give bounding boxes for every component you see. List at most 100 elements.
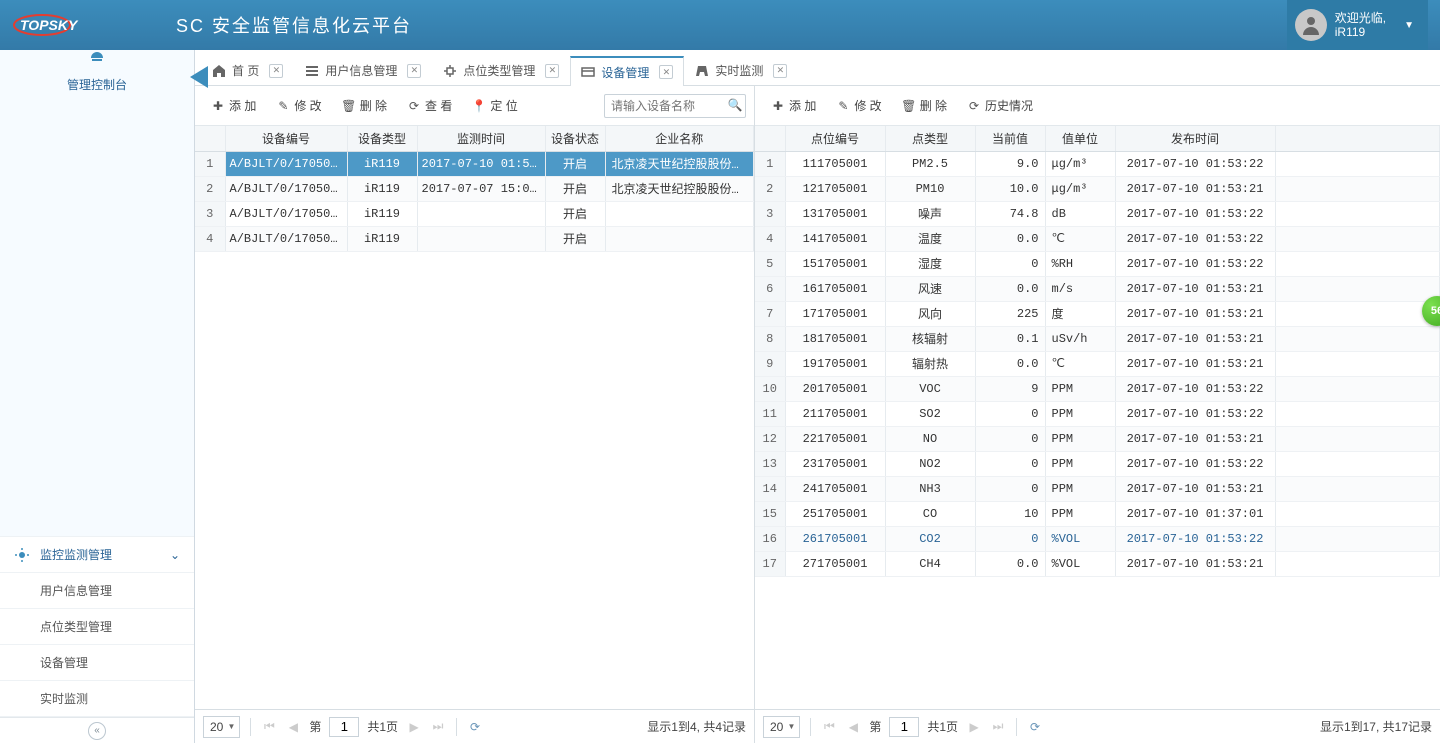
device-grid: 设备编号设备类型监测时间设备状态企业名称 1A/BJLT/0/1705001iR… <box>195 126 754 709</box>
table-row[interactable]: 16261705001CO20%VOL2017-07-10 01:53:22 <box>755 526 1440 551</box>
last-page-button[interactable]: ⏭ <box>430 719 446 735</box>
locate-button[interactable]: 📍定 位 <box>464 93 525 118</box>
refresh-button[interactable]: ⟳ <box>1027 719 1043 735</box>
pencil-icon: ✎ <box>276 99 290 113</box>
sidebar-item-2[interactable]: 设备管理 <box>0 645 194 681</box>
page-prefix: 第 <box>869 718 881 735</box>
add-button[interactable]: ✚添 加 <box>203 93 264 118</box>
home-icon <box>212 64 226 78</box>
close-icon[interactable]: ✕ <box>545 64 559 78</box>
table-row[interactable]: 1111705001PM2.59.0μg/m³2017-07-10 01:53:… <box>755 151 1440 176</box>
page-input[interactable] <box>329 717 359 737</box>
search-icon[interactable]: 🔍 <box>728 98 742 112</box>
pencil-icon: ✎ <box>836 99 850 113</box>
page-size-select[interactable]: 20 <box>203 716 240 738</box>
avatar-icon <box>1295 9 1327 41</box>
sidebar-console[interactable]: 管理控制台 <box>0 50 194 537</box>
user-menu[interactable]: 欢迎光临, iR119 ▼ <box>1287 0 1428 50</box>
page-input[interactable] <box>889 717 919 737</box>
table-row[interactable]: 12221705001NO0PPM2017-07-10 01:53:21 <box>755 426 1440 451</box>
point-panel: ✚添 加 ✎修 改 🗑删 除 ⟳历史情况 点位编号点类型当前值值单位发布时间 1… <box>755 86 1440 743</box>
prev-page-button[interactable]: ◀ <box>285 719 301 735</box>
table-row[interactable]: 11211705001SO20PPM2017-07-10 01:53:22 <box>755 401 1440 426</box>
table-row[interactable]: 2121705001PM1010.0μg/m³2017-07-10 01:53:… <box>755 176 1440 201</box>
page-total: 共1页 <box>927 718 958 735</box>
prev-page-button[interactable]: ◀ <box>845 719 861 735</box>
sidebar-monitor-label: 监控监测管理 <box>40 546 112 563</box>
sidebar-item-0[interactable]: 用户信息管理 <box>0 573 194 609</box>
table-row[interactable]: 3131705001噪声74.8dB2017-07-10 01:53:22 <box>755 201 1440 226</box>
table-row[interactable]: 17271705001CH40.0%VOL2017-07-10 01:53:21 <box>755 551 1440 576</box>
tab-4[interactable]: 实时监测✕ <box>684 55 798 85</box>
search-box: 🔍 <box>604 94 746 118</box>
chevron-down-icon: ▼ <box>1404 20 1414 31</box>
delete-button[interactable]: 🗑删 除 <box>334 93 395 118</box>
page-size-select[interactable]: 20 <box>763 716 800 738</box>
close-icon[interactable]: ✕ <box>269 64 283 78</box>
close-icon[interactable]: ✕ <box>407 64 421 78</box>
sidebar: 管理控制台 监控监测管理 ⌄ 用户信息管理点位类型管理设备管理实时监测 « <box>0 50 195 743</box>
view-button[interactable]: ⟳查 看 <box>399 93 460 118</box>
table-row[interactable]: 2A/BJLT/0/1705002iR1192017-07-07 15:03:0… <box>195 176 754 201</box>
table-row[interactable]: 1A/BJLT/0/1705001iR1192017-07-10 01:53:2… <box>195 151 754 176</box>
table-row[interactable]: 4141705001温度0.0℃2017-07-10 01:53:22 <box>755 226 1440 251</box>
sidebar-item-1[interactable]: 点位类型管理 <box>0 609 194 645</box>
edit-button[interactable]: ✎修 改 <box>268 93 329 118</box>
header: TOPSKY SC 安全监管信息化云平台 欢迎光临, iR119 ▼ <box>0 0 1440 50</box>
table-row[interactable]: 8181705001核辐射0.1uSv/h2017-07-10 01:53:21 <box>755 326 1440 351</box>
dashboard-icon <box>89 50 105 66</box>
trash-icon: 🗑 <box>902 99 916 113</box>
pager-info: 显示1到17, 共17记录 <box>1320 718 1432 735</box>
sidebar-toggle[interactable]: « <box>88 722 106 740</box>
sidebar-item-3[interactable]: 实时监测 <box>0 681 194 717</box>
edit-button[interactable]: ✎修 改 <box>828 93 889 118</box>
table-row[interactable]: 14241705001NH30PPM2017-07-10 01:53:21 <box>755 476 1440 501</box>
logo: TOPSKY <box>12 11 162 39</box>
close-icon[interactable]: ✕ <box>773 64 787 78</box>
point-grid: 点位编号点类型当前值值单位发布时间 1111705001PM2.59.0μg/m… <box>755 126 1440 709</box>
refresh-button[interactable]: ⟳ <box>467 719 483 735</box>
last-page-button[interactable]: ⏭ <box>990 719 1006 735</box>
device-pager: 20 ⏮ ◀ 第 共1页 ▶ ⏭ ⟳ 显示1到4, <box>195 709 754 743</box>
next-page-button[interactable]: ▶ <box>406 719 422 735</box>
trash-icon: 🗑 <box>342 99 356 113</box>
svg-text:TOPSKY: TOPSKY <box>20 17 79 33</box>
sidebar-collapse-handle[interactable] <box>190 66 208 88</box>
user-label: 欢迎光临, iR119 <box>1335 11 1386 40</box>
table-row[interactable]: 5151705001湿度0%RH2017-07-10 01:53:22 <box>755 251 1440 276</box>
point-pager: 20 ⏮ ◀ 第 共1页 ▶ ⏭ ⟳ 显示1到17 <box>755 709 1440 743</box>
table-row[interactable]: 10201705001VOC9PPM2017-07-10 01:53:22 <box>755 376 1440 401</box>
delete-button[interactable]: 🗑删 除 <box>894 93 955 118</box>
add-button[interactable]: ✚添 加 <box>763 93 824 118</box>
table-row[interactable]: 15251705001CO10PPM2017-07-10 01:37:01 <box>755 501 1440 526</box>
device-panel: ✚添 加 ✎修 改 🗑删 除 ⟳查 看 📍定 位 🔍 设备编 <box>195 86 755 743</box>
first-page-button[interactable]: ⏮ <box>261 719 277 735</box>
sidebar-console-label: 管理控制台 <box>67 76 127 93</box>
card-icon <box>581 65 595 79</box>
tab-1[interactable]: 用户信息管理✕ <box>294 55 432 85</box>
pager-info: 显示1到4, 共4记录 <box>647 718 746 735</box>
sidebar-monitor[interactable]: 监控监测管理 ⌄ <box>0 537 194 573</box>
page-prefix: 第 <box>309 718 321 735</box>
road-icon <box>695 64 709 78</box>
table-row[interactable]: 6161705001风速0.0m/s2017-07-10 01:53:21 <box>755 276 1440 301</box>
refresh-icon: ⟳ <box>407 99 421 113</box>
history-icon: ⟳ <box>967 99 981 113</box>
next-page-button[interactable]: ▶ <box>966 719 982 735</box>
monitor-icon <box>14 547 30 563</box>
target-icon <box>443 64 457 78</box>
tab-3[interactable]: 设备管理✕ <box>570 56 684 86</box>
table-row[interactable]: 13231705001NO20PPM2017-07-10 01:53:22 <box>755 451 1440 476</box>
close-icon[interactable]: ✕ <box>659 65 673 79</box>
tab-2[interactable]: 点位类型管理✕ <box>432 55 570 85</box>
table-row[interactable]: 3A/BJLT/0/1705003iR119开启 <box>195 201 754 226</box>
table-row[interactable]: 7171705001风向225度2017-07-10 01:53:21 <box>755 301 1440 326</box>
search-input[interactable] <box>604 94 746 118</box>
table-row[interactable]: 9191705001辐射热0.0℃2017-07-10 01:53:21 <box>755 351 1440 376</box>
first-page-button[interactable]: ⏮ <box>821 719 837 735</box>
tab-0[interactable]: 首 页✕ <box>201 55 294 85</box>
device-toolbar: ✚添 加 ✎修 改 🗑删 除 ⟳查 看 📍定 位 🔍 <box>195 86 754 126</box>
history-button[interactable]: ⟳历史情况 <box>959 93 1041 118</box>
table-row[interactable]: 4A/BJLT/0/1705004iR119开启 <box>195 226 754 251</box>
list-icon <box>305 64 319 78</box>
